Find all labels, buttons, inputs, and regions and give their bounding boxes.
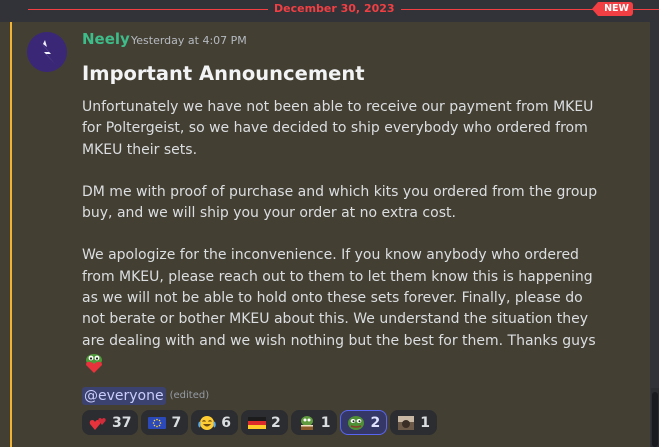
- reaction-meme[interactable]: 1: [390, 410, 437, 435]
- reactions-bar: 37 7 6 2 1 2 1: [82, 410, 437, 435]
- scrollbar-thumb[interactable]: [652, 392, 658, 447]
- scrollbar[interactable]: [651, 388, 659, 447]
- divider-date: December 30, 2023: [268, 1, 401, 17]
- eu-flag-icon: [148, 416, 167, 429]
- paragraph-3: We apologize for the inconvenience. If y…: [82, 245, 607, 376]
- reaction-count: 37: [112, 414, 132, 431]
- reaction-count: 1: [320, 414, 331, 431]
- paragraph-1: Unfortunately we have not been able to r…: [82, 99, 594, 158]
- reaction-pepe[interactable]: 2: [340, 410, 388, 435]
- message-body: Unfortunately we have not been able to r…: [82, 97, 607, 376]
- reaction-joy[interactable]: 6: [191, 410, 238, 435]
- reaction-eu-flag[interactable]: 7: [141, 410, 189, 435]
- reaction-count: 2: [370, 414, 381, 431]
- reaction-germany-flag[interactable]: 2: [240, 410, 288, 435]
- message-timestamp[interactable]: Yesterday at 4:07 PM: [131, 34, 247, 47]
- mention-row: @everyone (edited): [82, 385, 209, 406]
- pepe-cake-icon: [300, 415, 313, 430]
- announcement-heading: Important Announcement: [82, 62, 365, 85]
- meme-image-icon: [398, 415, 415, 430]
- author-name[interactable]: Neely: [82, 30, 130, 48]
- paragraph-2: DM me with proof of purchase and which k…: [82, 183, 598, 222]
- new-badge: NEW: [592, 2, 633, 16]
- reaction-hearts[interactable]: 37: [82, 410, 139, 435]
- paragraph-3-text: We apologize for the inconvenience. If y…: [82, 247, 596, 349]
- avatar[interactable]: [27, 32, 67, 72]
- new-messages-divider: December 30, 2023 NEW: [0, 0, 659, 20]
- pepe-frog-icon: [348, 415, 365, 430]
- edited-label: (edited): [169, 390, 210, 401]
- reaction-count: 2: [270, 414, 281, 431]
- germany-flag-icon: [247, 416, 266, 429]
- reaction-pepe-cake[interactable]: 1: [290, 410, 338, 435]
- reaction-count: 7: [171, 414, 182, 431]
- pepe-heart-emoji-icon[interactable]: [83, 352, 105, 374]
- reaction-count: 1: [420, 414, 430, 431]
- message[interactable]: Neely Yesterday at 4:07 PM Important Ann…: [0, 22, 650, 447]
- joy-face-icon: [198, 415, 216, 430]
- mention-highlight-bar: [10, 22, 12, 447]
- two-hearts-icon: [89, 417, 106, 430]
- lightning-logo-icon: [27, 32, 67, 72]
- reaction-count: 6: [221, 414, 231, 431]
- everyone-mention[interactable]: @everyone: [82, 386, 166, 405]
